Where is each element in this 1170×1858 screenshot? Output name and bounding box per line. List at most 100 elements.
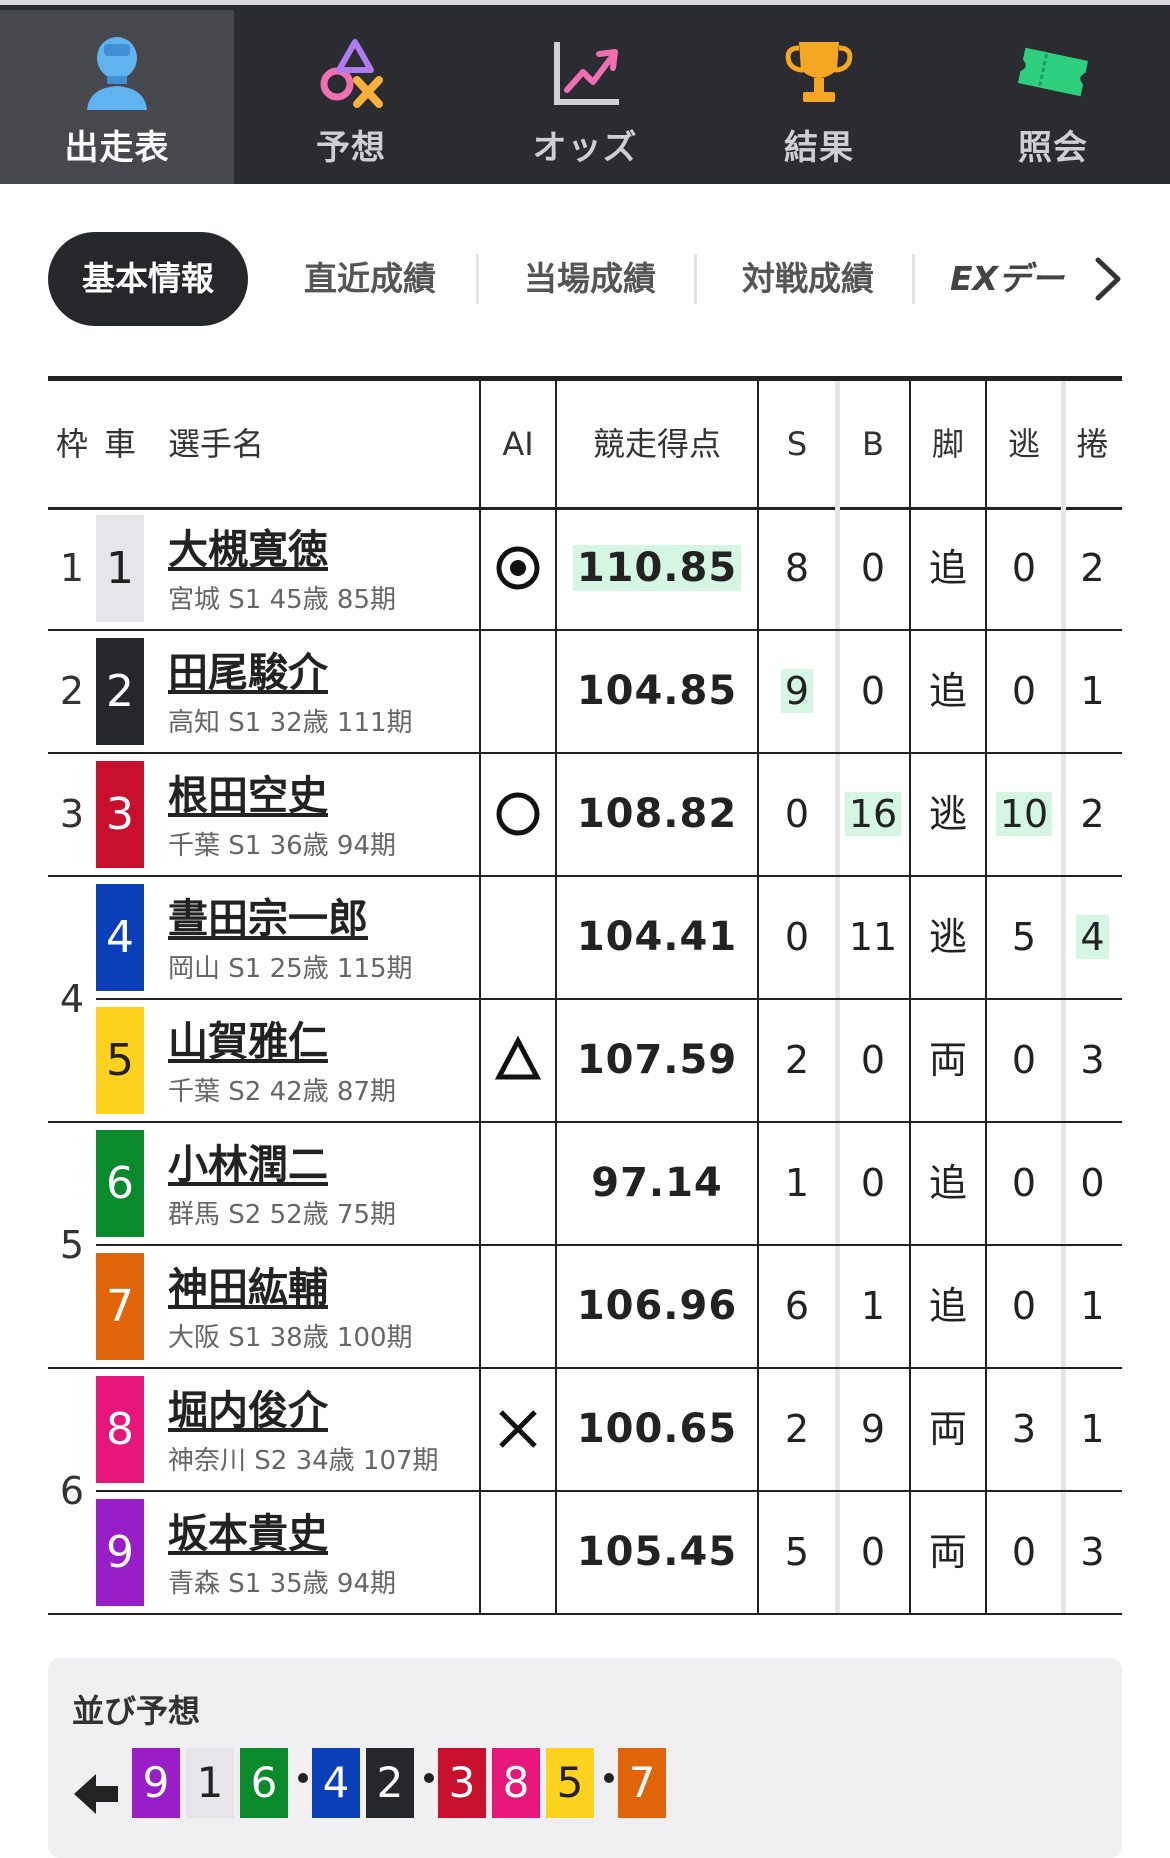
racer-name-link[interactable]: 神田紘輔 [168,1255,328,1313]
table-row: 6 小林潤二 群馬 S2 52歳 75期 97.14 1 0 追 0 0 [48,1122,1122,1245]
racer-info: 青森 S1 35歳 94期 [168,1569,397,1599]
header-b: B [862,425,884,463]
cross-mark-icon [481,1368,555,1491]
s-count-cell: 1 [759,1122,835,1245]
b-count-value: 9 [860,1407,886,1451]
makuri-count-cell: 1 [1063,630,1122,753]
leg-type-value: 追 [928,1284,967,1328]
racer-name-link[interactable]: 小林潤二 [168,1132,328,1190]
leg-type-cell: 両 [911,1491,985,1614]
tab-separator [476,254,479,304]
car-number-badge: 6 [96,1130,144,1237]
leg-type-value: 追 [928,546,967,590]
racer-name-link[interactable]: 根田空史 [168,763,328,821]
racer-info: 神奈川 S2 34歳 107期 [168,1446,439,1476]
racer-name-link[interactable]: 田尾駿介 [168,640,328,698]
row-divider [48,629,1122,631]
b-count-value: 0 [860,1038,886,1082]
makuri-count-value: 1 [1080,1407,1105,1451]
makuri-count-cell: 3 [1063,1491,1122,1614]
row-divider [48,752,1122,754]
car-number-badge: 5 [96,1007,144,1114]
racer-info: 群馬 S2 52歳 75期 [168,1200,397,1230]
s-count-value: 9 [780,669,814,713]
nav-prediction[interactable]: 予想 [234,10,468,184]
nige-count-value: 10 [995,792,1053,836]
nav-entry-table[interactable]: 出走表 [0,10,234,184]
makuri-count-cell: 2 [1063,507,1122,630]
header-score: 競走得点 [592,425,721,463]
racer-name-link[interactable]: 坂本貴史 [168,1501,328,1559]
chevron-right-icon[interactable] [1090,256,1126,302]
b-count-cell: 0 [835,999,911,1122]
racer-info: 宮城 S1 45歳 85期 [168,585,397,615]
nige-count-cell: 0 [987,1122,1061,1245]
double-circle-mark-icon [481,507,555,630]
nige-count-cell: 0 [987,1491,1061,1614]
header-leg: 脚 [931,425,964,463]
leg-type-value: 逃 [928,915,967,959]
racer-name-link[interactable]: 山賀雅仁 [168,1009,328,1067]
makuri-count-value: 4 [1076,915,1109,959]
racer-info: 千葉 S2 42歳 87期 [168,1077,397,1107]
racer-name-link[interactable]: 大槻寛徳 [168,517,328,575]
leg-type-value: 両 [928,1530,967,1574]
nav-inquiry[interactable]: 照会 [936,10,1170,184]
s-count-value: 6 [784,1284,810,1328]
table-header: 枠 車 選手名 AI 競走得点 S B 脚 逃 捲 [48,376,1122,510]
leg-type-value: 両 [928,1407,967,1451]
tab-matchup-results[interactable]: 対戦成績 [718,232,898,326]
racer-info: 千葉 S1 36歳 94期 [168,831,397,861]
waku-number: 3 [59,792,85,836]
tab-recent-results[interactable]: 直近成績 [280,232,460,326]
score-cell: 100.65 [557,1368,757,1491]
header-nige: 逃 [1007,425,1040,463]
nav-results[interactable]: 結果 [702,10,936,184]
row-divider [48,1121,1122,1123]
racer-name-link[interactable]: 堀内俊介 [168,1378,328,1436]
makuri-count-cell: 1 [1063,1245,1122,1368]
nige-count-cell: 0 [987,507,1061,630]
nige-count-value: 0 [1011,1284,1037,1328]
score-value: 108.82 [576,791,738,837]
score-value: 100.65 [576,1406,738,1452]
prediction-icon [320,39,383,108]
lineup-car-badge: 8 [492,1748,540,1818]
s-count-cell: 5 [759,1491,835,1614]
b-count-cell: 11 [835,876,911,999]
leg-type-cell: 両 [911,999,985,1122]
nav-odds[interactable]: オッズ [468,10,702,184]
table-row: 9 坂本貴史 青森 S1 35歳 94期 105.45 5 0 両 0 3 [48,1491,1122,1614]
tab-venue-results[interactable]: 当場成績 [500,232,680,326]
table-row: 5 山賀雅仁 千葉 S2 42歳 87期 107.59 2 0 両 0 3 [48,999,1122,1122]
makuri-count-value: 2 [1080,546,1105,590]
score-value: 104.85 [576,668,738,714]
tab-basic-info[interactable]: 基本情報 [48,232,248,326]
nige-count-cell: 0 [987,630,1061,753]
b-count-value: 11 [848,915,898,959]
s-count-cell: 2 [759,1368,835,1491]
nav-label: 出走表 [64,128,170,168]
car-number-badge: 3 [96,761,144,868]
header-car: 車 [103,425,136,463]
b-count-cell: 0 [835,1122,911,1245]
tab-ex-data[interactable]: EXデー [950,232,1080,326]
score-cell: 107.59 [557,999,757,1122]
s-count-cell: 8 [759,507,835,630]
leg-type-value: 両 [928,1038,967,1082]
racer-info: 高知 S1 32歳 111期 [168,708,413,738]
leg-type-cell: 逃 [911,876,985,999]
lineup-car-badge: 3 [438,1748,486,1818]
table-row: 1 大槻寛徳 宮城 S1 45歳 85期 110.85 8 0 追 0 2 [48,507,1122,630]
odds-chart-icon [554,42,619,105]
nav-label: 結果 [784,128,854,168]
score-value: 105.45 [576,1529,738,1575]
lineup-separator-dot [298,1773,308,1783]
s-count-value: 2 [784,1038,810,1082]
score-value: 97.14 [591,1160,723,1206]
nige-count-value: 0 [1011,1038,1037,1082]
racer-name-link[interactable]: 晝田宗一郎 [168,886,368,944]
s-count-value: 8 [784,546,810,590]
makuri-count-cell: 1 [1063,1368,1122,1491]
makuri-count-value: 1 [1080,1284,1105,1328]
